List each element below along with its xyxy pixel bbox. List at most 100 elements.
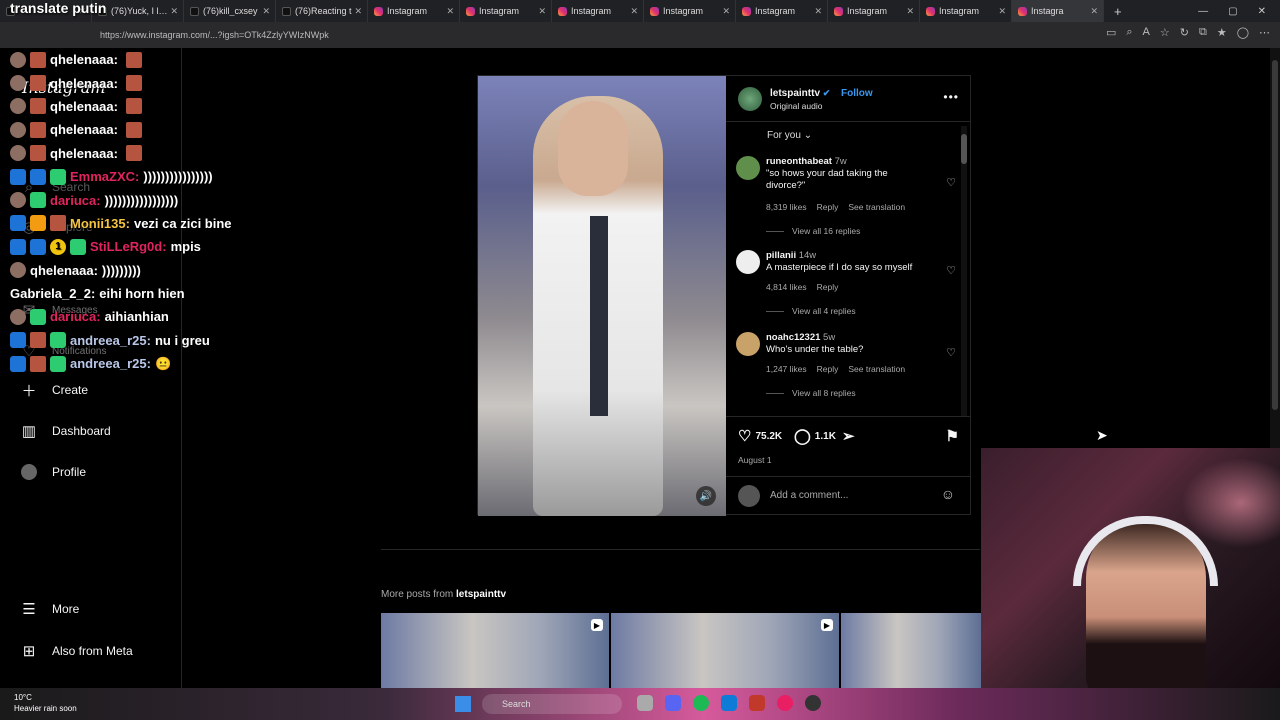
emoji-icon[interactable]: ☺ xyxy=(941,486,955,502)
spotify-icon[interactable] xyxy=(693,695,709,711)
browser-tab[interactable]: (76)Reacting t ✕ xyxy=(276,0,368,22)
sidebar-item-profile[interactable]: Profile xyxy=(20,463,86,481)
url-text[interactable]: https://www.instagram.com/...?igsh=OTk4Z… xyxy=(100,30,329,40)
close-tab-icon[interactable]: ✕ xyxy=(722,6,730,17)
commenter-avatar[interactable] xyxy=(736,250,760,274)
see-translation-button[interactable]: See translation xyxy=(848,364,905,374)
browser-tab[interactable]: Instagram ✕ xyxy=(828,0,920,22)
close-tab-icon[interactable]: ✕ xyxy=(814,6,822,17)
address-bar[interactable]: https://www.instagram.com/...?igsh=OTk4Z… xyxy=(0,22,1280,48)
comment-likes[interactable]: 4,814 likes xyxy=(766,282,807,292)
close-tab-icon[interactable]: ✕ xyxy=(354,6,362,17)
like-button[interactable]: ♡ 75.2K xyxy=(738,427,782,445)
commenter-avatar[interactable] xyxy=(736,156,760,180)
app-icon[interactable] xyxy=(777,695,793,711)
post-thumbnail[interactable] xyxy=(841,613,981,688)
browser-tab[interactable]: Instagram ✕ xyxy=(368,0,460,22)
obs-icon[interactable] xyxy=(805,695,821,711)
post-header: letspainttv ✔ Follow Original audio ••• xyxy=(726,76,971,122)
sidebar-item-create[interactable]: ＋ Create xyxy=(20,381,88,400)
more-posts-username[interactable]: letspainttv xyxy=(456,589,506,600)
post-thumbnail[interactable]: ▶ xyxy=(381,613,609,688)
chat-badge-icon xyxy=(10,121,26,138)
view-replies-button[interactable]: View all 16 replies xyxy=(766,226,860,236)
taskbar-search[interactable]: Search xyxy=(482,694,622,714)
post-video[interactable]: 🔊 xyxy=(478,76,726,516)
comment-likes[interactable]: 1,247 likes xyxy=(766,364,807,374)
maximize-icon[interactable]: ▢ xyxy=(1228,6,1237,17)
comment-button[interactable]: ◯ 1.1K xyxy=(794,427,836,445)
minimize-icon[interactable]: — xyxy=(1198,6,1208,17)
read-aloud-icon[interactable]: A xyxy=(1143,26,1150,39)
chat-username: StiLLeRg0d: xyxy=(90,239,167,255)
browser-tab[interactable]: Instagram ✕ xyxy=(644,0,736,22)
menu-dots-icon[interactable]: ⋯ xyxy=(1259,26,1270,39)
reply-button[interactable]: Reply xyxy=(817,202,839,212)
view-replies-button[interactable]: View all 8 replies xyxy=(766,388,856,398)
sidebar-item-also-from-meta[interactable]: ⊞ Also from Meta xyxy=(20,642,133,660)
close-tab-icon[interactable]: ✕ xyxy=(262,6,270,17)
browser-tab[interactable]: Instagram ✕ xyxy=(552,0,644,22)
close-tab-icon[interactable]: ✕ xyxy=(446,6,454,17)
see-translation-button[interactable]: See translation xyxy=(848,202,905,212)
reel-icon: ▶ xyxy=(821,619,833,631)
refresh-icon[interactable]: ↻ xyxy=(1180,26,1189,39)
favorite-icon[interactable]: ☆ xyxy=(1160,26,1170,39)
weather-widget[interactable]: 10°C Heavier rain soon xyxy=(14,692,77,714)
close-window-icon[interactable]: ✕ xyxy=(1258,6,1266,17)
close-tab-icon[interactable]: ✕ xyxy=(630,6,638,17)
close-tab-icon[interactable]: ✕ xyxy=(538,6,546,17)
browser-tab[interactable]: Instagram ✕ xyxy=(920,0,1012,22)
file-explorer-icon[interactable] xyxy=(637,695,653,711)
like-comment-heart-icon[interactable]: ♡ xyxy=(946,346,956,359)
reply-button[interactable]: Reply xyxy=(817,364,839,374)
comment-sort-dropdown[interactable]: For you ⌄ xyxy=(767,130,812,141)
close-tab-icon[interactable]: ✕ xyxy=(998,6,1006,17)
close-tab-icon[interactable]: ✕ xyxy=(170,6,178,17)
save-button[interactable]: ⚑ xyxy=(946,427,959,445)
chat-message: qhelenaaa: xyxy=(10,142,300,165)
browser-tab[interactable]: (76)kill_cxsey ✕ xyxy=(184,0,276,22)
comments-scrollbar[interactable] xyxy=(961,126,967,416)
browser-tab[interactable]: Instagram ✕ xyxy=(736,0,828,22)
edge-icon[interactable] xyxy=(721,695,737,711)
author-avatar[interactable] xyxy=(738,87,762,111)
follow-button[interactable]: Follow xyxy=(841,88,873,99)
view-replies-button[interactable]: View all 4 replies xyxy=(766,306,856,316)
comment-username[interactable]: runeonthabeat 7w xyxy=(766,156,847,167)
like-comment-heart-icon[interactable]: ♡ xyxy=(946,176,956,189)
close-tab-icon[interactable]: ✕ xyxy=(1090,6,1098,17)
comment-username[interactable]: noahc12321 5w xyxy=(766,332,835,343)
sidebar-item-more[interactable]: ☰ More xyxy=(20,600,79,618)
new-tab-button[interactable]: + xyxy=(1104,4,1132,19)
share-button[interactable]: ➢ xyxy=(842,427,855,445)
add-comment-input[interactable]: Add a comment... xyxy=(770,490,848,501)
volume-icon[interactable]: 🔊 xyxy=(696,486,716,506)
profile-icon[interactable]: ◯ xyxy=(1237,26,1249,39)
like-comment-heart-icon[interactable]: ♡ xyxy=(946,264,956,277)
author-username[interactable]: letspainttv ✔ xyxy=(770,88,830,99)
comment-text: Who's under the table? xyxy=(766,344,864,355)
zoom-icon[interactable]: ⌕ xyxy=(1126,26,1132,39)
app-icon[interactable] xyxy=(749,695,765,711)
close-tab-icon[interactable]: ✕ xyxy=(906,6,914,17)
chat-username: dariuca: xyxy=(50,309,101,325)
audio-label[interactable]: Original audio xyxy=(770,101,822,111)
discord-icon[interactable] xyxy=(665,695,681,711)
favorites-icon[interactable]: ★ xyxy=(1217,26,1227,39)
extensions-icon[interactable]: ⧉ xyxy=(1199,26,1207,39)
chat-username: qhelenaaa: xyxy=(50,52,118,68)
more-options-icon[interactable]: ••• xyxy=(943,90,959,104)
browser-tab[interactable]: Instagram ✕ xyxy=(460,0,552,22)
apps-icon[interactable]: ▭ xyxy=(1106,26,1116,39)
verified-icon: ✔ xyxy=(822,88,831,98)
commenter-avatar[interactable] xyxy=(736,332,760,356)
browser-tab[interactable]: Instagra ✕ xyxy=(1012,0,1104,22)
chat-badge-icon xyxy=(10,262,26,279)
sidebar-item-dashboard[interactable]: ▥ Dashboard xyxy=(20,422,111,440)
windows-start-icon[interactable] xyxy=(455,696,471,712)
comment-likes[interactable]: 8,319 likes xyxy=(766,202,807,212)
reply-button[interactable]: Reply xyxy=(817,282,839,292)
comment-username[interactable]: pillanii 14w xyxy=(766,250,816,261)
post-thumbnail[interactable]: ▶ xyxy=(611,613,839,688)
